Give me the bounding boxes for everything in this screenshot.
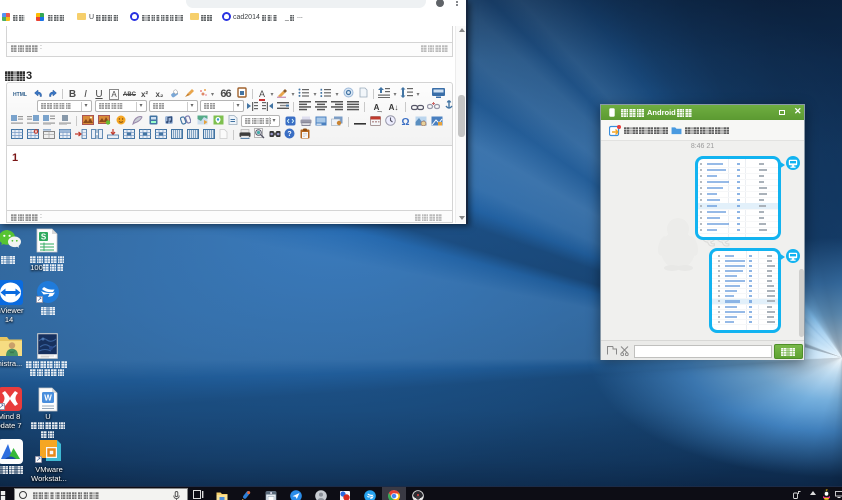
svg-text:S: S <box>41 233 47 242</box>
svg-text:?: ? <box>287 131 291 138</box>
svg-text:W: W <box>44 394 52 403</box>
